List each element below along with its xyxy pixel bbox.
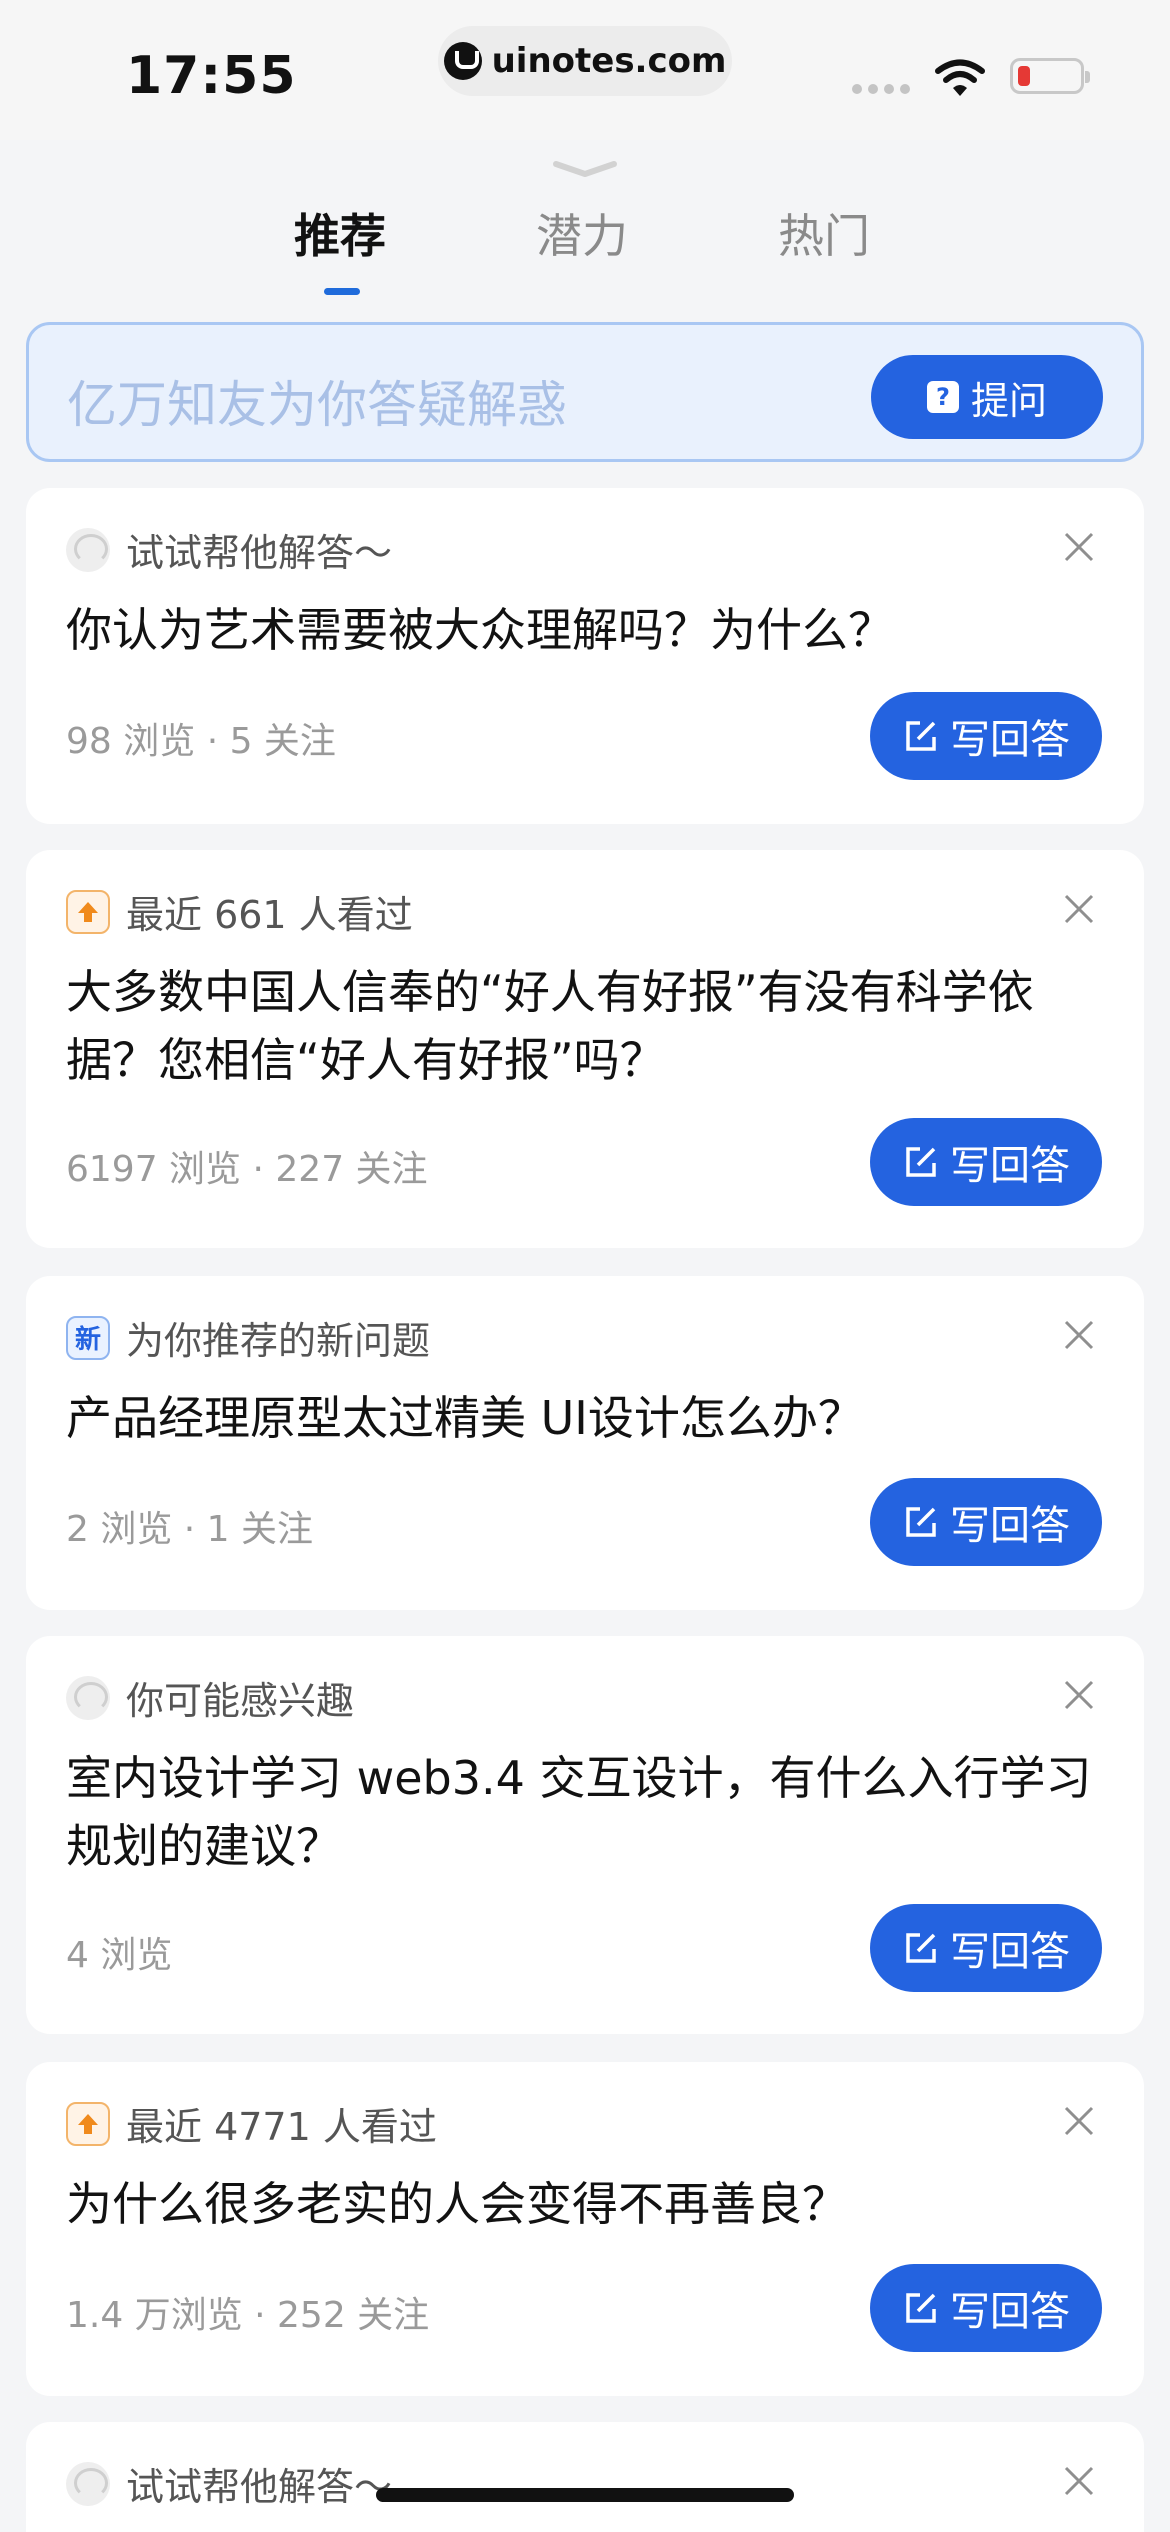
write-answer-button[interactable]: 写回答 xyxy=(870,2264,1102,2352)
card-header: 最近 661 人看过 xyxy=(66,884,413,939)
card-header-text: 最近 661 人看过 xyxy=(126,893,413,937)
avatar-icon xyxy=(66,527,110,572)
chevron-down-icon[interactable] xyxy=(550,158,620,180)
question-title[interactable]: 为什么很多老实的人会变得不再善良？ xyxy=(66,2170,1106,2238)
question-card[interactable]: 试试帮他解答～ xyxy=(26,2422,1144,2532)
card-header-text: 你可能感兴趣 xyxy=(126,1679,355,1723)
edit-icon xyxy=(906,1933,936,1963)
tab-recommend[interactable]: 推荐 xyxy=(294,200,386,266)
close-icon[interactable] xyxy=(1062,530,1096,564)
question-card[interactable]: 最近 661 人看过 大多数中国人信奉的“好人有好报”有没有科学依据？您相信“好… xyxy=(26,850,1144,1248)
close-icon[interactable] xyxy=(1062,2104,1096,2138)
edit-icon xyxy=(906,2293,936,2323)
edit-icon xyxy=(906,721,936,751)
tab-potential[interactable]: 潜力 xyxy=(536,200,628,266)
tab-active-indicator xyxy=(324,288,360,295)
question-stats: 4 浏览 xyxy=(66,1935,173,1976)
write-answer-label: 写回答 xyxy=(950,717,1070,763)
write-answer-label: 写回答 xyxy=(950,1503,1070,1549)
write-answer-label: 写回答 xyxy=(950,1929,1070,1975)
url-pill[interactable]: uinotes.com xyxy=(438,26,732,96)
edit-icon xyxy=(906,1507,936,1537)
card-header: 你可能感兴趣 xyxy=(66,1670,354,1725)
search-input[interactable]: 亿万知友为你答疑解惑 ? 提问 xyxy=(26,322,1144,462)
close-icon[interactable] xyxy=(1062,892,1096,926)
trending-up-icon xyxy=(66,889,110,934)
write-answer-button[interactable]: 写回答 xyxy=(870,1118,1102,1206)
edit-icon xyxy=(906,1147,936,1177)
cellular-signal-icon xyxy=(852,84,910,94)
close-icon[interactable] xyxy=(1062,1678,1096,1712)
question-title[interactable]: 你认为艺术需要被大众理解吗？为什么？ xyxy=(66,596,1106,664)
ask-button-label: 提问 xyxy=(970,378,1047,423)
write-answer-button[interactable]: 写回答 xyxy=(870,1478,1102,1566)
question-card[interactable]: 新 为你推荐的新问题 产品经理原型太过精美 UI设计怎么办？ 2 浏览 · 1 … xyxy=(26,1276,1144,1610)
ask-question-button[interactable]: ? 提问 xyxy=(871,355,1103,439)
question-stats: 2 浏览 · 1 关注 xyxy=(66,1509,314,1550)
write-answer-button[interactable]: 写回答 xyxy=(870,692,1102,780)
card-header: 新 为你推荐的新问题 xyxy=(66,1310,430,1365)
card-header-text: 最近 4771 人看过 xyxy=(126,2105,437,2149)
question-title[interactable]: 室内设计学习 web3.4 交互设计，有什么入行学习规划的建议？ xyxy=(66,1744,1106,1880)
wifi-icon xyxy=(935,59,985,96)
question-title[interactable]: 大多数中国人信奉的“好人有好报”有没有科学依据？您相信“好人有好报”吗？ xyxy=(66,958,1106,1094)
tab-hot[interactable]: 热门 xyxy=(778,200,870,266)
question-stats: 98 浏览 · 5 关注 xyxy=(66,721,336,762)
question-card[interactable]: 最近 4771 人看过 为什么很多老实的人会变得不再善良？ 1.4 万浏览 · … xyxy=(26,2062,1144,2396)
card-header: 试试帮他解答～ xyxy=(66,522,392,577)
battery-icon xyxy=(1010,58,1090,94)
new-badge-icon: 新 xyxy=(66,1315,110,1360)
site-logo-icon xyxy=(443,42,482,80)
card-header-text: 为你推荐的新问题 xyxy=(126,1319,431,1363)
card-header: 试试帮他解答～ xyxy=(66,2456,392,2511)
card-header-text: 试试帮他解答～ xyxy=(126,531,393,575)
card-header: 最近 4771 人看过 xyxy=(66,2096,437,2151)
search-placeholder: 亿万知友为你答疑解惑 xyxy=(67,376,567,434)
write-answer-button[interactable]: 写回答 xyxy=(870,1904,1102,1992)
close-icon[interactable] xyxy=(1062,1318,1096,1352)
question-title[interactable]: 产品经理原型太过精美 UI设计怎么办？ xyxy=(66,1384,1106,1452)
question-icon: ? xyxy=(926,381,959,413)
question-card[interactable]: 试试帮他解答～ 你认为艺术需要被大众理解吗？为什么？ 98 浏览 · 5 关注 … xyxy=(26,488,1144,824)
trending-up-icon xyxy=(66,2101,110,2146)
close-icon[interactable] xyxy=(1062,2464,1096,2498)
question-stats: 6197 浏览 · 227 关注 xyxy=(66,1149,428,1190)
url-text: uinotes.com xyxy=(491,41,727,81)
status-bar: 17:55 uinotes.com xyxy=(0,0,1170,140)
avatar-icon xyxy=(66,1675,110,1720)
question-stats: 1.4 万浏览 · 252 关注 xyxy=(66,2295,430,2336)
avatar-icon xyxy=(66,2461,110,2506)
home-indicator[interactable] xyxy=(376,2488,794,2502)
card-header-text: 试试帮他解答～ xyxy=(126,2465,393,2509)
tab-bar: 推荐 潜力 热门 xyxy=(0,200,1170,300)
write-answer-label: 写回答 xyxy=(950,2289,1070,2335)
status-time: 17:55 xyxy=(126,46,297,106)
question-card[interactable]: 你可能感兴趣 室内设计学习 web3.4 交互设计，有什么入行学习规划的建议？ … xyxy=(26,1636,1144,2034)
write-answer-label: 写回答 xyxy=(950,1143,1070,1189)
